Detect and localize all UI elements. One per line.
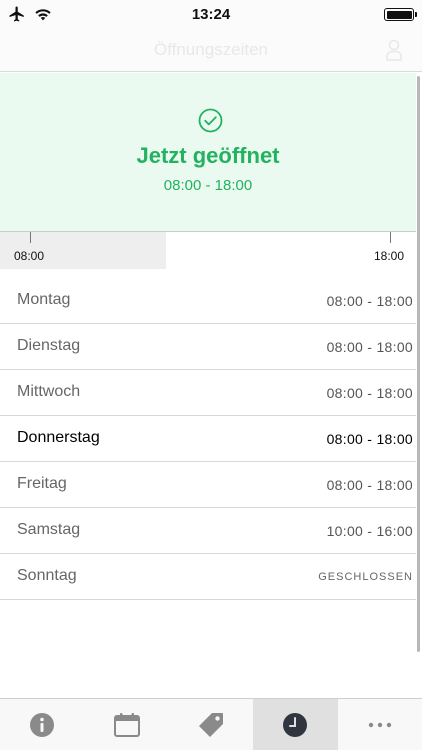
day-hours: 08:00 - 18:00: [326, 293, 413, 309]
scrollbar[interactable]: [417, 76, 420, 652]
page-title: Öffnungszeiten: [153, 40, 269, 59]
day-hours: 08:00 - 18:00: [326, 385, 413, 401]
day-hours: 08:00 - 18:00: [326, 431, 413, 447]
tab-info[interactable]: [0, 699, 84, 750]
weekly-hours-list: Montag 08:00 - 18:00 Dienstag 08:00 - 18…: [0, 278, 416, 600]
day-hours: 08:00 - 18:00: [326, 339, 413, 355]
day-name: Sonntag: [17, 567, 77, 584]
check-circle-icon: [198, 108, 223, 133]
navigation-bar: Öffnungszeiten: [0, 28, 422, 72]
day-hours-closed: GESCHLOSSEN: [318, 571, 413, 583]
clock-icon: [283, 712, 308, 737]
opening-timeline: 08:00 18:00: [0, 232, 416, 270]
day-row-monday: Montag 08:00 - 18:00: [0, 278, 416, 324]
day-name: Montag: [17, 291, 71, 308]
user-icon[interactable]: [386, 39, 402, 61]
tab-tags[interactable]: [169, 699, 253, 750]
timeline-start-label: 08:00: [14, 249, 45, 263]
info-icon: [30, 712, 55, 737]
battery-icon: [384, 8, 417, 21]
more-icon: [368, 722, 392, 727]
day-row-friday: Freitag 08:00 - 18:00: [0, 462, 416, 508]
tab-calendar[interactable]: [84, 699, 168, 750]
calendar-icon: [113, 712, 140, 737]
day-row-wednesday: Mittwoch 08:00 - 18:00: [0, 370, 416, 416]
day-row-saturday: Samstag 10:00 - 16:00: [0, 508, 416, 554]
day-row-sunday: Sonntag GESCHLOSSEN: [0, 554, 416, 600]
tab-bar: [0, 698, 422, 750]
opening-hours-screen: 13:24 Öffnungszeiten Jetzt geöffnet 08:0…: [0, 0, 422, 750]
open-status-title: Jetzt geöffnet: [136, 143, 280, 168]
day-name: Freitag: [17, 475, 67, 492]
day-row-thursday: Donnerstag 08:00 - 18:00: [0, 416, 416, 462]
day-name: Samstag: [17, 521, 81, 538]
timeline-start-tick: [30, 232, 31, 243]
day-name: Donnerstag: [17, 429, 100, 446]
day-hours: 08:00 - 18:00: [326, 477, 413, 493]
tab-opening-hours[interactable]: [253, 699, 338, 750]
timeline-end-label: 18:00: [374, 249, 405, 263]
tag-icon: [199, 712, 224, 737]
tab-more[interactable]: [338, 699, 422, 750]
day-hours: 10:00 - 16:00: [326, 523, 413, 539]
open-status-banner: Jetzt geöffnet 08:00 - 18:00: [0, 73, 416, 232]
open-status-hours: 08:00 - 18:00: [163, 177, 253, 194]
status-bar: 13:24: [0, 0, 422, 28]
day-name: Mittwoch: [17, 383, 81, 400]
day-name: Dienstag: [17, 337, 81, 354]
timeline-end-tick: [390, 232, 391, 243]
day-row-tuesday: Dienstag 08:00 - 18:00: [0, 324, 416, 370]
status-time: 13:24: [191, 6, 231, 23]
